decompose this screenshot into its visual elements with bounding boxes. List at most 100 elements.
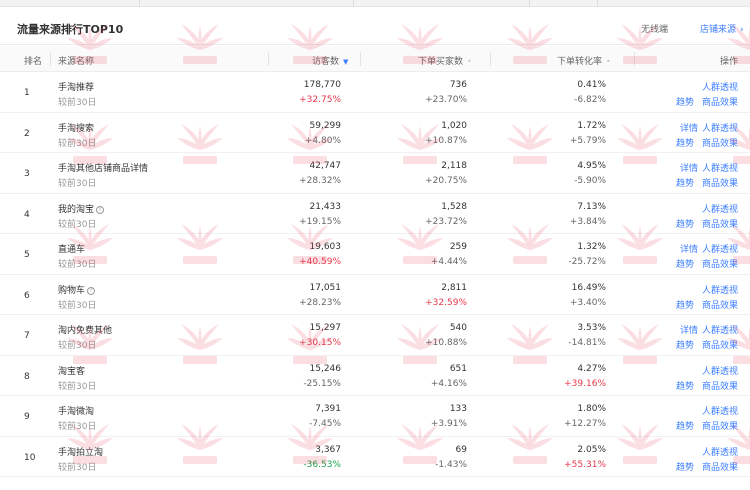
visitors-change: +40.59%	[299, 257, 341, 267]
crowd-insight-link[interactable]: 人群透视	[702, 80, 738, 93]
trend-link[interactable]: 趋势	[676, 217, 694, 230]
rate-change: -14.81%	[568, 338, 606, 348]
rate-value: 1.32%	[577, 242, 606, 252]
source-name-label: 手淘拍立淘	[58, 447, 104, 458]
trend-link[interactable]: 趋势	[676, 298, 694, 311]
source-name-label: 我的淘宝	[58, 204, 95, 215]
source-name: 直通车	[58, 242, 85, 255]
row-actions: 人群透视 趋势 商品效果	[650, 282, 750, 312]
buyers-change: +4.44%	[430, 257, 467, 267]
compare-label: 较前30日	[58, 138, 97, 149]
crowd-insight-link[interactable]: 人群透视	[702, 445, 738, 458]
product-effect-link[interactable]: 商品效果	[702, 136, 738, 149]
buyers-change: +4.16%	[430, 378, 467, 389]
row-actions: 人群透视 趋势 商品效果	[650, 444, 750, 474]
column-visitors[interactable]: 访客数	[312, 57, 339, 67]
column-buyers[interactable]: 下单买家数	[418, 57, 463, 67]
table-header: 排名 来源名称 访客数 ▼ 下单买家数 • 下单转化率 • 操作	[0, 46, 750, 72]
product-effect-link[interactable]: 商品效果	[702, 176, 738, 189]
product-effect-link[interactable]: 商品效果	[702, 298, 738, 311]
column-visitors-sort[interactable]: 访客数 ▼	[312, 54, 348, 67]
column-rate[interactable]: 下单转化率	[557, 57, 602, 67]
product-effect-link[interactable]: 商品效果	[702, 419, 738, 432]
rate-value: 4.27%	[577, 363, 606, 374]
detail-link[interactable]: 详情	[680, 323, 698, 336]
trend-link[interactable]: 趋势	[676, 460, 694, 473]
product-effect-link[interactable]: 商品效果	[702, 257, 738, 270]
trend-link[interactable]: 趋势	[676, 257, 694, 270]
column-divider	[490, 52, 491, 66]
crowd-insight-link[interactable]: 人群透视	[702, 323, 738, 336]
visitors-value: 7,391	[315, 404, 341, 414]
rate-change: -25.72%	[568, 257, 606, 267]
rate-value: 1.72%	[577, 120, 606, 131]
crowd-insight-link[interactable]: 人群透视	[702, 121, 738, 134]
trend-link[interactable]: 趋势	[676, 176, 694, 189]
column-divider	[268, 52, 269, 66]
panel-title: 流量来源排行TOP10	[17, 23, 124, 36]
visitors-change: +4.80%	[304, 135, 341, 146]
buyers-change: +23.72%	[425, 216, 467, 227]
rank-number: 9	[24, 412, 30, 422]
crowd-insight-link[interactable]: 人群透视	[702, 283, 738, 296]
detail-link[interactable]: 详情	[680, 161, 698, 174]
product-effect-link[interactable]: 商品效果	[702, 217, 738, 230]
compare-label: 较前30日	[58, 341, 97, 351]
info-icon[interactable]: ?	[96, 205, 105, 214]
visitors-change: +19.15%	[299, 216, 341, 227]
source-name: 手淘微淘	[58, 404, 94, 417]
visitors-value: 17,051	[309, 282, 342, 293]
product-effect-link[interactable]: 商品效果	[702, 379, 738, 392]
product-effect-link[interactable]: 商品效果	[702, 95, 738, 108]
row-actions: 详情 人群透视 趋势 商品效果	[650, 160, 750, 190]
visitors-value: 59,299	[309, 120, 342, 131]
buyers-value: 540	[449, 323, 467, 333]
product-effect-link[interactable]: 商品效果	[702, 338, 738, 351]
visitors-change: -36.53%	[303, 459, 341, 470]
shop-source-link[interactable]: 店铺来源 ›	[700, 22, 744, 35]
rank-number: 1	[24, 88, 30, 98]
crowd-insight-link[interactable]: 人群透视	[702, 242, 738, 255]
detail-link[interactable]: 详情	[680, 242, 698, 255]
rate-change: +55.31%	[564, 459, 606, 470]
device-select[interactable]: 无线端	[641, 22, 668, 35]
crowd-insight-link[interactable]: 人群透视	[702, 364, 738, 377]
trend-link[interactable]: 趋势	[676, 419, 694, 432]
trend-link[interactable]: 趋势	[676, 379, 694, 392]
crowd-insight-link[interactable]: 人群透视	[702, 404, 738, 417]
buyers-change: +23.70%	[425, 95, 467, 105]
rate-change: +39.16%	[564, 378, 606, 389]
table-row: 9 手淘微淘 较前30日 7,391 -7.45% 133 +3.91% 1.80% +12.2…	[0, 396, 750, 437]
buyers-value: 1,020	[441, 120, 467, 131]
visitors-change: +28.23%	[299, 297, 341, 308]
rate-value: 16.49%	[571, 282, 606, 293]
visitors-value: 21,433	[309, 201, 342, 212]
trend-link[interactable]: 趋势	[676, 338, 694, 351]
crowd-insight-link[interactable]: 人群透视	[702, 202, 738, 215]
table-row: 3 手淘其他店铺商品详情 较前30日 42,747 +28.32% 2,118 +20.75…	[0, 153, 750, 194]
info-icon[interactable]: ?	[87, 286, 96, 295]
crowd-insight-link[interactable]: 人群透视	[702, 161, 738, 174]
buyers-change: +32.59%	[425, 297, 467, 308]
sort-desc-icon: ▼	[343, 58, 349, 66]
buyers-change: +10.87%	[425, 135, 467, 146]
buyers-value: 133	[449, 404, 467, 414]
table-row: 7 淘内免费其他 较前30日 15,297 +30.15% 540 +10.88% 3.53%…	[0, 315, 750, 356]
trend-link[interactable]: 趋势	[676, 95, 694, 108]
detail-link[interactable]: 详情	[680, 121, 698, 134]
product-effect-link[interactable]: 商品效果	[702, 460, 738, 473]
trend-link[interactable]: 趋势	[676, 136, 694, 149]
column-buyers-sort[interactable]: 下单买家数 •	[418, 54, 472, 67]
table-row: 6 购物车? 较前30日 17,051 +28.23% 2,811 +32.59% 16.49…	[0, 275, 750, 315]
buyers-value: 1,528	[441, 201, 467, 212]
source-name: 手淘拍立淘	[58, 445, 103, 458]
source-name-label: 购物车	[58, 285, 86, 296]
source-name-label: 手淘推荐	[58, 83, 95, 93]
buyers-value: 69	[455, 444, 467, 455]
rank-number: 2	[24, 128, 30, 139]
compare-label: 较前30日	[58, 300, 97, 311]
column-rate-sort[interactable]: 下单转化率 •	[557, 54, 611, 67]
rate-value: 2.05%	[577, 444, 606, 455]
shop-source-link-label[interactable]: 店铺来源	[700, 25, 736, 35]
row-actions: 人群透视 趋势 商品效果	[650, 201, 750, 231]
